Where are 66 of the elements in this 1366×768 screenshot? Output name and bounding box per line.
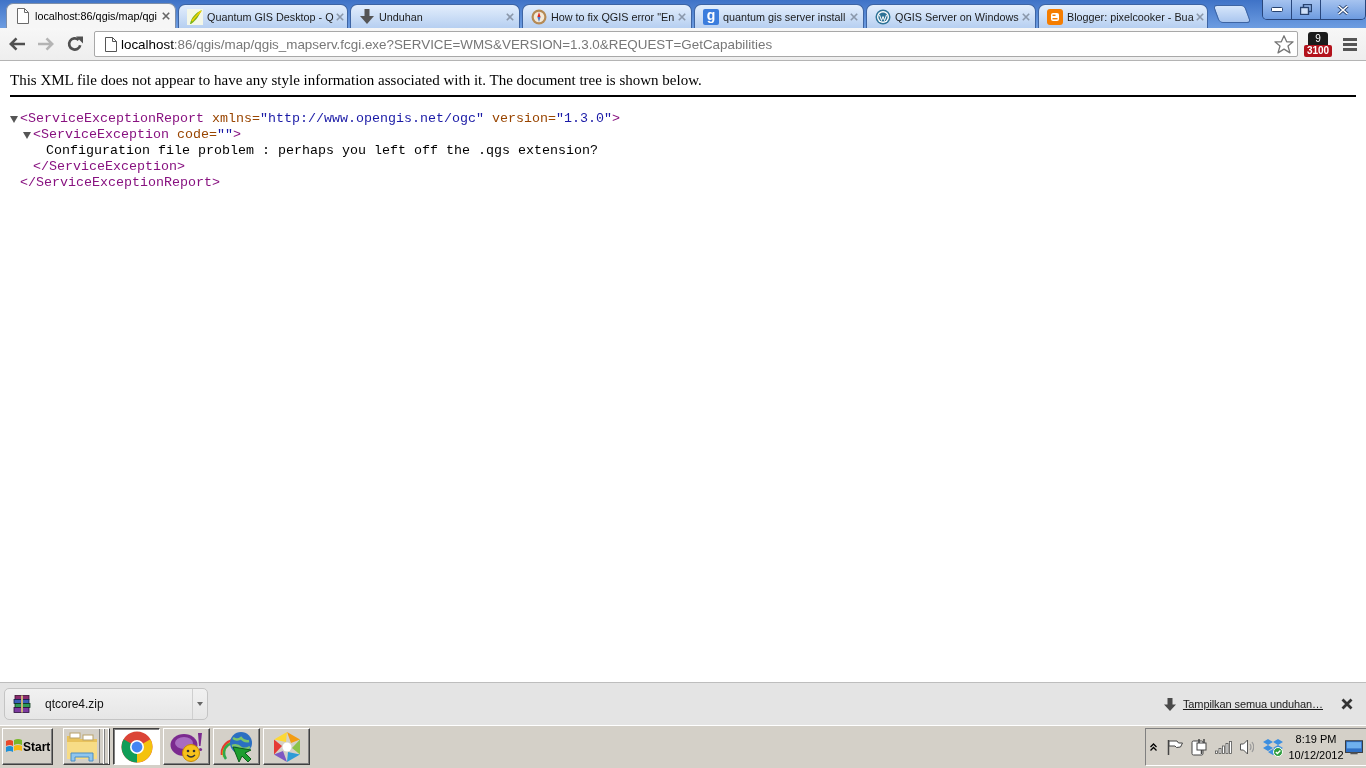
new-tab-button[interactable] — [1212, 5, 1252, 23]
forward-arrow-icon — [38, 37, 54, 51]
clock-date[interactable]: 10/12/2012 — [1288, 747, 1344, 763]
xml-notice: This XML file does not appear to have any style information associated with it. The document tree is shown below. — [10, 72, 703, 89]
xml-close-tag: </ServiceException> — [33, 159, 185, 175]
monitor-icon[interactable] — [1345, 739, 1363, 755]
close-icon — [1341, 698, 1353, 710]
close-shelf-button[interactable] — [1341, 698, 1353, 710]
file-name: qtcore4.zip — [45, 697, 105, 711]
restore-icon — [1300, 4, 1312, 15]
close-icon — [1337, 4, 1349, 15]
caret-icon[interactable] — [197, 702, 203, 706]
speaker-icon[interactable] — [1240, 739, 1254, 755]
browser-tab[interactable]: QGIS Server on Windows — [866, 4, 1036, 28]
browser-tab[interactable]: Unduhan — [350, 4, 520, 28]
down-triangle-icon[interactable] — [10, 115, 18, 123]
close-icon[interactable] — [162, 12, 170, 20]
file-explorer-button[interactable] — [63, 728, 110, 765]
xml-text-line: Configuration file problem : perhaps you left off the .qgs extension? — [46, 143, 598, 159]
reload-icon — [67, 36, 83, 52]
browser-tab[interactable]: Blogger: pixelcooker - Bua — [1038, 4, 1208, 28]
browser-tab[interactable]: How to fix QGIS error "En — [522, 4, 692, 28]
download-arrow-icon — [360, 9, 374, 24]
close-window-button[interactable] — [1320, 0, 1365, 19]
messenger-button[interactable] — [163, 728, 210, 765]
globe-arrow-icon — [219, 730, 254, 763]
circle-logo-icon — [875, 8, 891, 25]
box-check-icon[interactable] — [1263, 737, 1283, 757]
minimize-button[interactable] — [1263, 0, 1291, 19]
window-logo-icon — [6, 739, 22, 754]
browser-button[interactable] — [113, 728, 160, 765]
browser-tab[interactable]: Quantum GIS Desktop - Q — [178, 4, 348, 28]
leaf-logo-icon — [187, 8, 203, 25]
restore-button[interactable] — [1291, 0, 1320, 19]
flag-icon[interactable] — [1167, 739, 1183, 755]
power-plug-icon[interactable] — [1191, 738, 1207, 756]
back-arrow-icon — [9, 37, 25, 51]
start-button[interactable]: Start — [2, 728, 53, 765]
xml-open-tag: <ServiceExceptionReport xmlns="http://www.opengis.net/ogc" version="1.3.0"> — [20, 111, 620, 127]
xml-close-tag: </ServiceExceptionReport> — [20, 175, 220, 191]
folder-icon — [65, 731, 98, 762]
smiley-bubble-icon — [169, 731, 204, 762]
archive-books-icon — [13, 695, 31, 713]
clock-time[interactable]: 8:19 PM — [1295, 731, 1337, 747]
download-manager-button[interactable] — [213, 728, 260, 765]
xml-open-tag: <ServiceException code=""> — [33, 127, 241, 143]
menu-icon — [1343, 37, 1357, 51]
double-chevron-icon[interactable] — [1150, 743, 1157, 751]
down-triangle-icon[interactable] — [23, 131, 31, 139]
show-all-downloads-link[interactable]: Tampilkan semua unduhan… — [1182, 698, 1323, 710]
address-field[interactable]: localhost:86/qgis/map/qgis_mapserv.fcgi.exe?SERVICE=WMS&VERSION=1.3.0&REQUEST=GetCapabilities — [94, 31, 1298, 57]
photo-app-button[interactable] — [263, 728, 310, 765]
signal-bars-icon[interactable] — [1215, 740, 1232, 754]
download-item[interactable]: qtcore4.zip — [4, 688, 208, 720]
segmented-ball-icon — [120, 730, 153, 763]
rounded-tile-icon — [1047, 8, 1063, 25]
letter-tile-icon: g — [703, 8, 719, 25]
download-arrow-icon — [1163, 697, 1176, 711]
document-icon — [105, 36, 117, 52]
minimize-icon — [1271, 7, 1283, 12]
browser-tab[interactable]: localhost:86/qgis/map/qgi — [6, 3, 176, 28]
extension-icon[interactable]: 9 — [1308, 31, 1328, 46]
document-icon — [17, 8, 29, 24]
compass-icon — [531, 8, 547, 25]
star-icon[interactable] — [1274, 34, 1294, 54]
browser-tab[interactable]: g quantum gis server install — [694, 4, 864, 28]
